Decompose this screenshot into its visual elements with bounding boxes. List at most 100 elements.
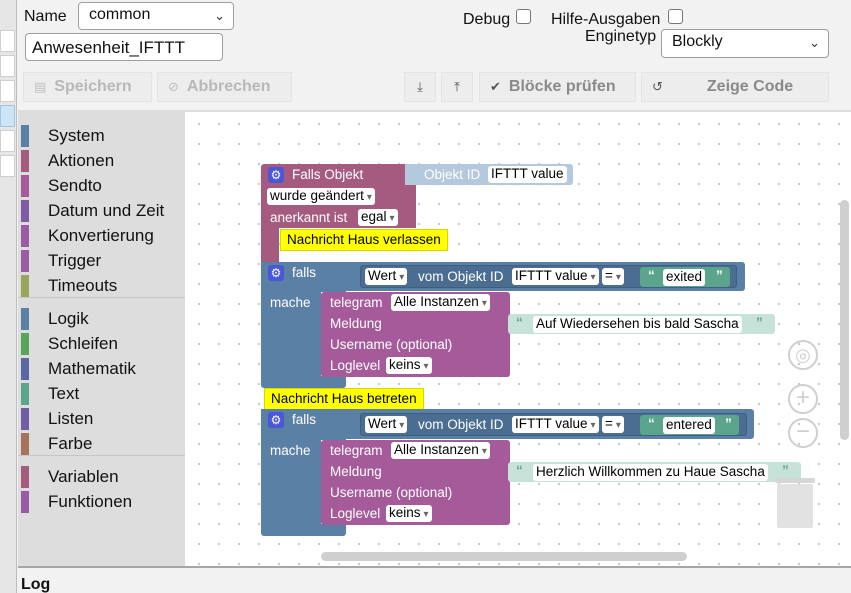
horizontal-scrollbar[interactable] — [321, 552, 687, 561]
changed-dropdown[interactable]: wurde geändert ▾ — [267, 188, 375, 205]
instances-dropdown-1[interactable]: Alle Instanzen ▾ — [391, 294, 490, 311]
blockly-toolbox: System Aktionen Sendto Datum und Zeit Konver… — [18, 110, 185, 566]
toolbox-category-label: Aktionen — [48, 151, 115, 170]
message-value-1[interactable]: Auf Wiedersehen bis bald Sascha — [533, 316, 742, 333]
debug-checkbox[interactable] — [516, 9, 531, 24]
toolbox-category-label: Logik — [48, 309, 89, 328]
gear-icon[interactable]: ⚙ — [268, 412, 284, 428]
toolbox-category-label: Funktionen — [48, 492, 133, 511]
gear-icon[interactable]: ⚙ — [268, 167, 284, 183]
toolbox-separator — [18, 297, 185, 298]
toolbox-category-variablen[interactable]: Variablen — [18, 466, 119, 488]
check-icon: ✔ — [490, 79, 501, 94]
toolbox-category-text[interactable]: Text — [18, 383, 79, 405]
category-color-swatch — [21, 333, 29, 355]
toolbox-category-farbe[interactable]: Farbe — [18, 433, 92, 455]
text-value-exited[interactable]: exited — [663, 269, 706, 286]
comment-leave[interactable]: Nachricht Haus verlassen — [280, 229, 448, 251]
toolbox-category-label: Timeouts — [48, 276, 118, 295]
toolbox-category-funktionen[interactable]: Funktionen — [18, 491, 132, 513]
toolbox-category-timeouts[interactable]: Timeouts — [18, 275, 117, 297]
left-panel-row[interactable] — [0, 30, 15, 52]
folder-select[interactable]: common ⌄ — [78, 2, 234, 30]
export-button[interactable]: ⤓ — [404, 72, 436, 102]
hilfe-ausgaben-label: Hilfe-Ausgaben — [551, 11, 661, 28]
dropdown-arrow-icon: ▾ — [399, 420, 405, 431]
meldung-label-2: Meldung — [330, 464, 382, 479]
text-value-entered[interactable]: entered — [663, 417, 715, 434]
left-panel-row[interactable] — [0, 155, 15, 177]
category-color-swatch — [21, 308, 29, 330]
toolbox-category-label: Listen — [48, 409, 94, 428]
toolbox-category-sendto[interactable]: Sendto — [18, 175, 102, 197]
vertical-scrollbar[interactable] — [840, 200, 849, 440]
toolbox-category-mathematik[interactable]: Mathematik — [18, 358, 136, 380]
import-button[interactable]: ⤒ — [441, 72, 473, 102]
show-code-button[interactable]: ↺ Zeige Code — [641, 72, 829, 102]
toolbox-category-label: Farbe — [48, 434, 93, 453]
toolbox-category-logik[interactable]: Logik — [18, 308, 89, 330]
toolbox-category-system[interactable]: System — [18, 125, 105, 147]
toolbox-category-aktionen[interactable]: Aktionen — [18, 150, 114, 172]
instances-dropdown-2[interactable]: Alle Instanzen ▾ — [391, 442, 490, 459]
object-value-dropdown-2[interactable]: IFTTT value ▾ — [512, 416, 599, 433]
save-button[interactable]: ▤ Speichern — [23, 72, 152, 102]
quote-open-icon: “ — [648, 416, 655, 431]
dropdown-arrow-icon: ▾ — [366, 192, 372, 203]
gear-icon[interactable]: ⚙ — [268, 265, 284, 281]
username-label-1: Username (optional) — [330, 337, 453, 352]
quote-open-icon: “ — [516, 315, 523, 330]
zoom-in-icon[interactable]: + — [788, 384, 818, 414]
comment-enter[interactable]: Nachricht Haus betreten — [264, 388, 424, 410]
operator-dropdown-1[interactable]: = ▾ — [602, 268, 624, 285]
loglevel-dropdown-1[interactable]: keins ▾ — [386, 357, 432, 374]
toolbox-category-konvertierung[interactable]: Konvertierung — [18, 225, 154, 247]
log-panel-header[interactable]: Log — [18, 566, 851, 593]
username-label-2: Username (optional) — [330, 485, 453, 500]
toolbox-separator — [18, 455, 185, 456]
category-color-swatch — [21, 358, 29, 380]
workspace-top-border — [185, 110, 851, 112]
toolbox-category-schleifen[interactable]: Schleifen — [18, 333, 118, 355]
dropdown-arrow-icon: ▾ — [590, 272, 596, 283]
left-panel-row[interactable] — [0, 80, 15, 102]
if-block-2-footer — [261, 524, 346, 536]
toolbox-category-datum-und-zeit[interactable]: Datum und Zeit — [18, 200, 164, 222]
folder-select-value: common — [89, 6, 151, 23]
category-color-swatch — [21, 433, 29, 455]
left-panel-row[interactable] — [0, 55, 15, 77]
left-panel-row[interactable] — [0, 130, 15, 152]
ack-dropdown[interactable]: egal ▾ — [358, 209, 398, 226]
category-color-swatch — [21, 408, 29, 430]
category-color-swatch — [21, 491, 29, 513]
toolbox-category-trigger[interactable]: Trigger — [18, 250, 101, 272]
category-color-swatch — [21, 383, 29, 405]
hilfe-ausgaben-checkbox[interactable] — [668, 9, 683, 24]
category-color-swatch — [21, 175, 29, 197]
quote-open-icon: “ — [516, 463, 523, 478]
left-panel-row-selected[interactable] — [0, 105, 15, 127]
toolbox-category-label: Schleifen — [48, 334, 118, 353]
telegram-label-1: telegram — [330, 295, 383, 310]
if-2-mache-label: mache — [270, 443, 311, 458]
enginetyp-select[interactable]: Blockly ⌄ — [661, 29, 829, 58]
loglevel-dropdown-2[interactable]: keins ▾ — [386, 505, 432, 522]
toolbox-category-label: Mathematik — [48, 359, 136, 378]
loglevel-label-2: Loglevel — [330, 506, 381, 521]
trash-lid — [775, 478, 815, 483]
dropdown-arrow-icon: ▾ — [590, 420, 596, 431]
object-value-dropdown-1[interactable]: IFTTT value ▾ — [512, 268, 599, 285]
zoom-out-icon[interactable]: − — [788, 418, 818, 448]
recenter-icon[interactable]: ◎ — [788, 340, 818, 370]
toolbox-category-listen[interactable]: Listen — [18, 408, 93, 430]
trash-icon[interactable] — [775, 478, 815, 528]
wert-dropdown-2[interactable]: Wert ▾ — [365, 416, 408, 433]
script-name-input[interactable]: Anwesenheit_IFTTT — [25, 33, 223, 61]
cancel-button[interactable]: ⊘ Abbrechen — [157, 72, 292, 102]
operator-dropdown-2[interactable]: = ▾ — [602, 416, 624, 433]
message-value-2[interactable]: Herzlich Willkommen zu Haue Sascha — [533, 464, 768, 481]
toolbox-category-label: Konvertierung — [48, 226, 154, 245]
wert-dropdown-1[interactable]: Wert ▾ — [365, 268, 408, 285]
check-blocks-button[interactable]: ✔ Blöcke prüfen — [479, 72, 636, 102]
object-id-value[interactable]: IFTTT value — [488, 166, 567, 183]
